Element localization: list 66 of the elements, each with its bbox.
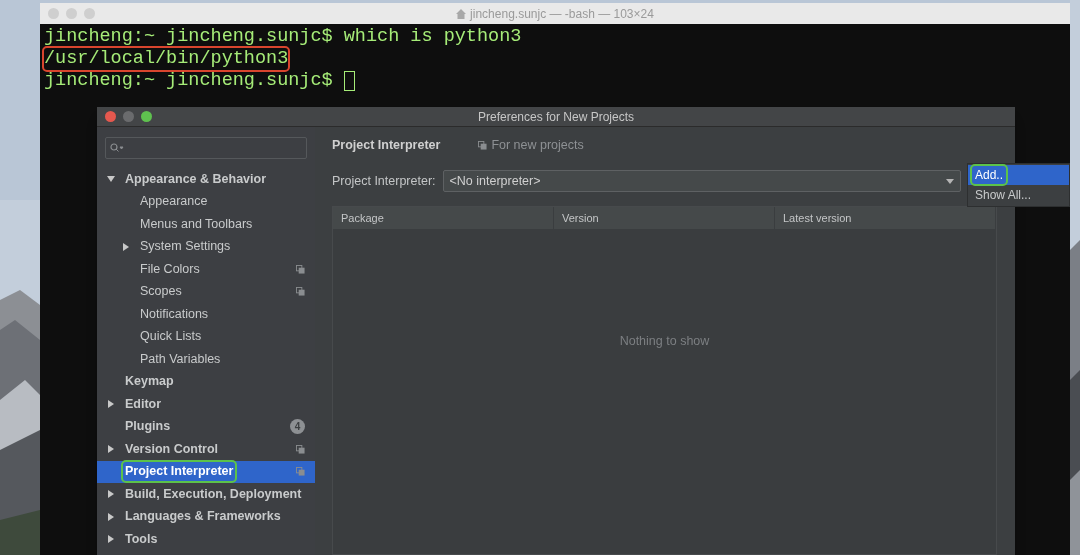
copy-icon bbox=[478, 140, 488, 150]
menu-item-label: Show All... bbox=[974, 187, 1033, 204]
field-label: Project Interpreter: bbox=[332, 172, 436, 190]
copy-icon bbox=[296, 444, 305, 454]
sidebar-item[interactable]: Quick Lists bbox=[97, 325, 315, 348]
sidebar-item[interactable]: Editor bbox=[97, 393, 315, 416]
sidebar-item[interactable]: System Settings bbox=[97, 235, 315, 258]
search-field[interactable] bbox=[105, 137, 307, 159]
sidebar-item-label: Project Interpreter bbox=[123, 462, 236, 482]
copy-icon bbox=[296, 264, 305, 274]
sidebar-item[interactable]: Scopes bbox=[97, 280, 315, 303]
sidebar-item[interactable]: Build, Execution, Deployment bbox=[97, 483, 315, 506]
sidebar-item[interactable]: Keymap bbox=[97, 370, 315, 393]
copy-icon bbox=[296, 467, 305, 477]
sidebar-item-label: Keymap bbox=[124, 373, 175, 391]
sidebar-item-label: Editor bbox=[124, 395, 163, 413]
sidebar-item-label: Appearance bbox=[139, 193, 209, 211]
minimize-button[interactable] bbox=[66, 8, 77, 19]
sidebar-item-label: System Settings bbox=[139, 238, 232, 256]
sidebar-item[interactable]: File Colors bbox=[97, 258, 315, 281]
sidebar-item[interactable]: Path Variables bbox=[97, 348, 315, 371]
sidebar-item-label: Build, Execution, Deployment bbox=[124, 485, 303, 503]
home-icon bbox=[456, 8, 467, 19]
sidebar-item-label: Menus and Toolbars bbox=[139, 215, 254, 233]
column-header[interactable]: Version bbox=[554, 207, 775, 229]
minimize-button[interactable] bbox=[123, 111, 134, 122]
close-button[interactable] bbox=[105, 111, 116, 122]
sidebar-item[interactable]: Project Interpreter bbox=[97, 460, 315, 483]
sidebar-item[interactable]: Menus and Toolbars bbox=[97, 213, 315, 236]
menu-item[interactable]: Show All... bbox=[968, 185, 1069, 205]
scope-note: For new projects bbox=[491, 136, 584, 154]
terminal-line: jincheng:~ jincheng.sunjc$ bbox=[44, 70, 334, 92]
sidebar-item-label: File Colors bbox=[139, 260, 201, 278]
window-title: jincheng.sunjc — -bash — 103×24 bbox=[470, 5, 654, 23]
terminal-line: /usr/local/bin/python3 bbox=[44, 48, 289, 70]
sidebar-item-label: Appearance & Behavior bbox=[124, 170, 268, 188]
window-title: Preferences for New Projects bbox=[477, 108, 635, 126]
sidebar-item-label: Version Control bbox=[124, 440, 220, 458]
zoom-button[interactable] bbox=[141, 111, 152, 122]
sidebar-item-label: Scopes bbox=[139, 283, 183, 301]
sidebar-item[interactable]: Notifications bbox=[97, 303, 315, 326]
dropdown-value: <No interpreter> bbox=[449, 172, 542, 190]
sidebar-item-label: Path Variables bbox=[139, 350, 222, 368]
menu-item[interactable]: Add.. bbox=[968, 165, 1069, 185]
sidebar-item-label: Languages & Frameworks bbox=[124, 508, 282, 526]
sidebar-item[interactable]: Plugins 4 bbox=[97, 415, 315, 438]
sidebar-item[interactable]: Languages & Frameworks bbox=[97, 505, 315, 528]
sidebar-item[interactable]: Appearance bbox=[97, 190, 315, 213]
sidebar-item[interactable]: Appearance & Behavior bbox=[97, 168, 315, 191]
caret-icon bbox=[945, 178, 954, 184]
sidebar-item-label: Plugins bbox=[124, 418, 172, 436]
page-title: Project Interpreter bbox=[332, 136, 441, 154]
sidebar-item-label: Tools bbox=[124, 530, 159, 548]
count-badge: 4 bbox=[290, 419, 305, 435]
terminal-line: jincheng:~ jincheng.sunjc$ which is python3 bbox=[44, 26, 522, 48]
sidebar-item-label: Notifications bbox=[139, 305, 210, 323]
search-icon bbox=[110, 143, 124, 153]
sidebar-item[interactable]: Tools bbox=[97, 528, 315, 551]
interpreter-dropdown[interactable]: <No interpreter> bbox=[442, 170, 961, 192]
sidebar-item-label: Quick Lists bbox=[139, 328, 203, 346]
menu-item-label: Add.. bbox=[972, 166, 1007, 184]
sidebar-item[interactable]: Version Control bbox=[97, 438, 315, 461]
column-header[interactable]: Package bbox=[333, 207, 554, 229]
copy-icon bbox=[296, 287, 305, 297]
close-button[interactable] bbox=[48, 8, 59, 19]
empty-message: Nothing to show bbox=[619, 333, 710, 351]
